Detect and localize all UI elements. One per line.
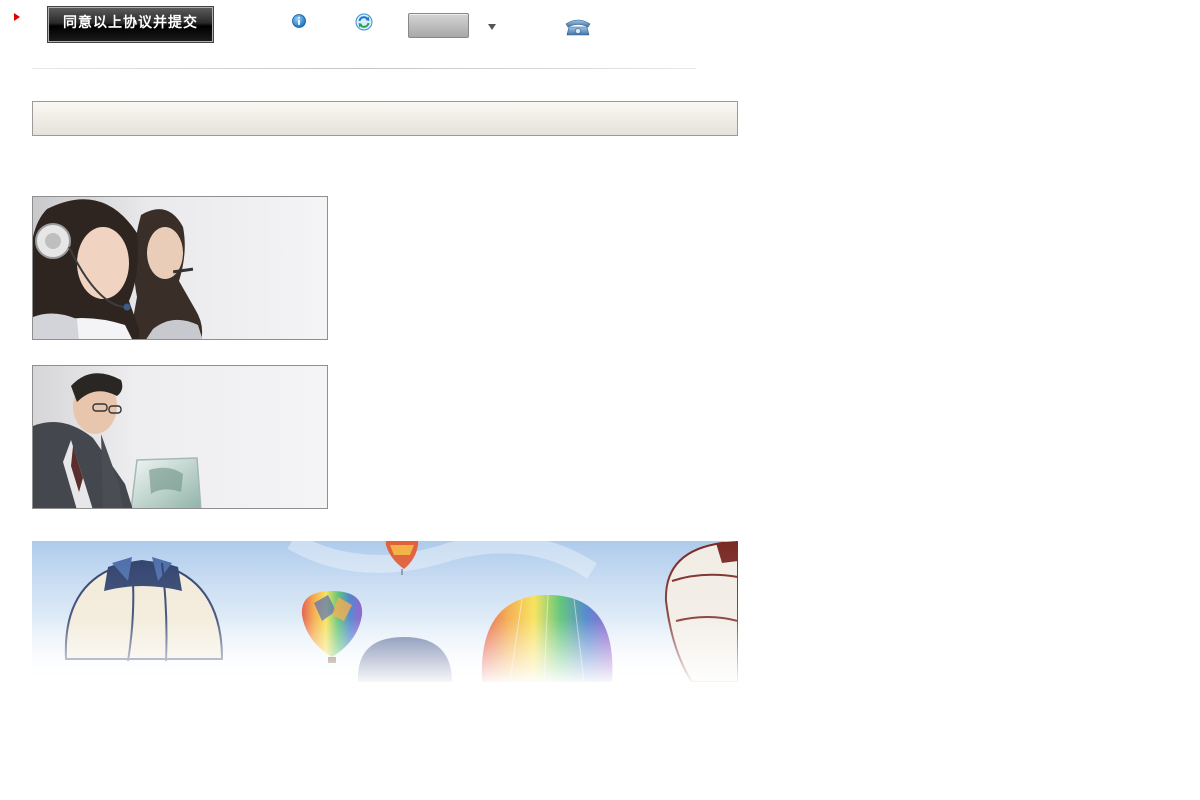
balloon-banner [32,541,738,682]
page: 同意以上协议并提交 [0,0,1200,800]
telephone-icon[interactable] [563,17,593,37]
section-header-bar [32,101,738,136]
info-icon[interactable] [292,14,306,28]
top-divider [32,68,696,69]
dropdown-caret-icon[interactable] [488,24,496,30]
business-service-card[interactable] [32,365,328,509]
businessman-laptop-photo [33,366,327,508]
play-marker-icon [14,13,20,21]
hot-air-balloons-banner [32,541,738,682]
agree-submit-button[interactable]: 同意以上协议并提交 [47,6,214,43]
refresh-icon[interactable] [355,13,373,31]
gray-button[interactable] [408,13,469,38]
customer-service-card[interactable] [32,196,328,340]
customer-service-agents-photo [33,197,327,339]
